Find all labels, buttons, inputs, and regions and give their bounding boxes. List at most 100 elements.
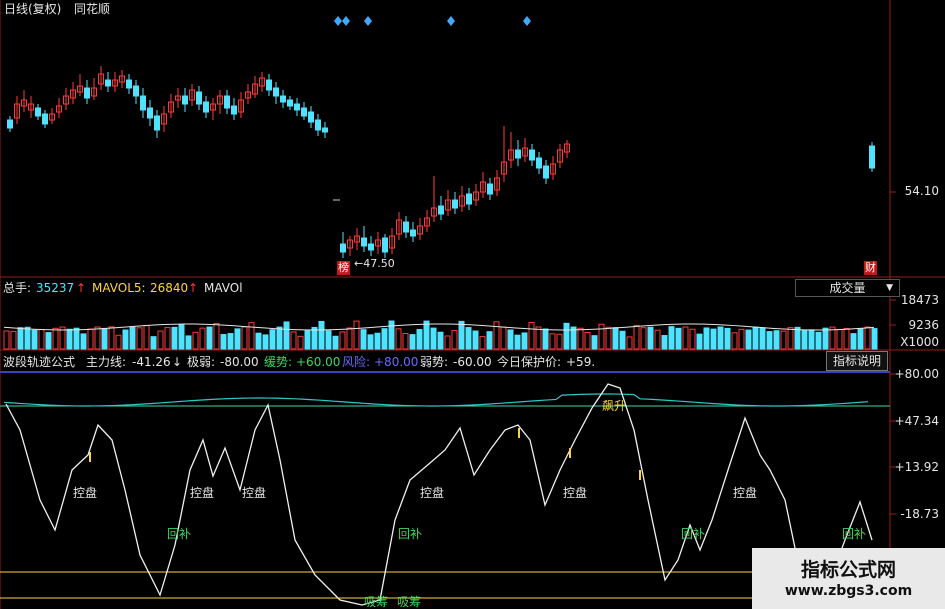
volume-bar xyxy=(598,323,605,350)
candle-body xyxy=(35,107,41,117)
volume-axis-top: 18473 xyxy=(900,293,939,307)
candle-body xyxy=(869,145,875,169)
volume-bar xyxy=(451,330,458,350)
volume-bar xyxy=(626,336,633,350)
volume-bar xyxy=(493,321,500,350)
rebound-label: 回补 xyxy=(842,527,867,541)
volume-bar xyxy=(171,326,178,350)
volume-axis-mid: 9236 xyxy=(908,318,939,332)
indicator-select[interactable]: 成交量 ▼ xyxy=(795,279,900,297)
volume-bar xyxy=(150,336,157,350)
volume-bar xyxy=(17,327,24,350)
volume-bar xyxy=(444,335,451,350)
signal-diamond-icon xyxy=(364,16,372,26)
indicator-axis-80: +80.00 xyxy=(894,367,939,381)
volume-bar xyxy=(724,327,731,350)
cai-badge[interactable]: 财 xyxy=(864,261,877,275)
control-label: 控盘 xyxy=(563,486,588,500)
volume-bar xyxy=(262,334,269,350)
weak-extreme-label: 极弱: xyxy=(187,355,216,369)
volume-bar xyxy=(283,321,290,350)
volume-bar xyxy=(430,327,437,350)
volume-bar xyxy=(3,330,10,350)
candle-body xyxy=(308,111,314,123)
volume-bar xyxy=(500,326,507,350)
volume-bar xyxy=(423,320,430,350)
chart-canvas[interactable] xyxy=(0,0,945,609)
candle-body xyxy=(466,193,472,205)
volume-bar xyxy=(703,327,710,350)
volume-bar xyxy=(94,326,101,350)
volume-bar xyxy=(661,335,668,350)
candle-body xyxy=(266,79,272,91)
volume-bar xyxy=(542,328,549,350)
indicator-name: 波段轨迹公式 xyxy=(3,355,76,369)
volume-bar xyxy=(871,328,878,350)
candle-body xyxy=(294,103,300,111)
candle-body xyxy=(224,95,230,109)
volume-bar xyxy=(185,335,192,350)
volume-bar xyxy=(178,323,185,350)
indicator-help-button[interactable]: 指标说明 xyxy=(826,351,888,371)
volume-bar xyxy=(416,329,423,350)
control-label: 控盘 xyxy=(73,486,98,500)
weak-value: -60.00 xyxy=(453,355,492,369)
volume-bar xyxy=(864,326,871,350)
candle-body xyxy=(203,101,209,113)
volume-bar xyxy=(409,334,416,350)
volume-bar xyxy=(38,329,45,350)
volume-bar xyxy=(297,335,304,350)
volume-bar xyxy=(276,326,283,350)
control-label: 控盘 xyxy=(420,486,445,500)
volume-bar xyxy=(192,331,199,350)
volume-bar xyxy=(465,327,472,350)
bang-badge[interactable]: 榜 xyxy=(337,261,350,275)
signal-diamond-icon xyxy=(447,16,455,26)
volume-bar xyxy=(682,326,689,350)
volume-bar xyxy=(24,326,31,350)
volume-bar xyxy=(213,322,220,350)
volume-bar xyxy=(108,326,115,350)
volume-bar xyxy=(759,327,766,350)
volume-bar xyxy=(752,326,759,350)
candle-body xyxy=(515,149,521,159)
candle-body xyxy=(147,107,153,119)
volume-bar xyxy=(164,327,171,350)
indicator-axis-47: +47.34 xyxy=(894,414,939,428)
volume-bar xyxy=(360,329,367,350)
control-label: 控盘 xyxy=(733,486,758,500)
candle-body xyxy=(301,107,307,117)
surge-label: 飙升 xyxy=(602,399,627,413)
volume-bar xyxy=(143,325,150,350)
volume-bar xyxy=(206,326,213,350)
main-line-label: 主力线: xyxy=(86,355,127,369)
volume-bar xyxy=(66,328,73,350)
volume-bar xyxy=(234,328,241,350)
volume-bar xyxy=(766,331,773,350)
volume-bar xyxy=(269,329,276,350)
up-arrow-icon: ↑ xyxy=(76,281,87,295)
volume-bar xyxy=(815,331,822,350)
volume-bar xyxy=(808,329,815,350)
volume-bar xyxy=(395,328,402,350)
volume-bar xyxy=(717,326,724,350)
volume-bar xyxy=(738,328,745,350)
slow-value: +60.00 xyxy=(296,355,341,369)
mavol5-value: 26840 xyxy=(150,281,189,295)
candle-body xyxy=(410,229,416,237)
risk-value: +80.00 xyxy=(374,355,419,369)
protect-value: +59. xyxy=(566,355,596,369)
candle-body xyxy=(536,157,542,169)
volume-bar xyxy=(31,329,38,350)
candle-body xyxy=(438,205,444,215)
watermark-url: www.zbgs3.com xyxy=(784,583,913,599)
weak-extreme-value: -80.00 xyxy=(220,355,259,369)
volume-bar xyxy=(346,327,353,350)
candle-body xyxy=(231,105,237,115)
candle-body xyxy=(105,79,111,87)
candle-body xyxy=(543,165,549,179)
volume-bar xyxy=(129,326,136,350)
volume-bar xyxy=(836,328,843,350)
volume-bar xyxy=(318,320,325,350)
volume-bar xyxy=(689,328,696,350)
